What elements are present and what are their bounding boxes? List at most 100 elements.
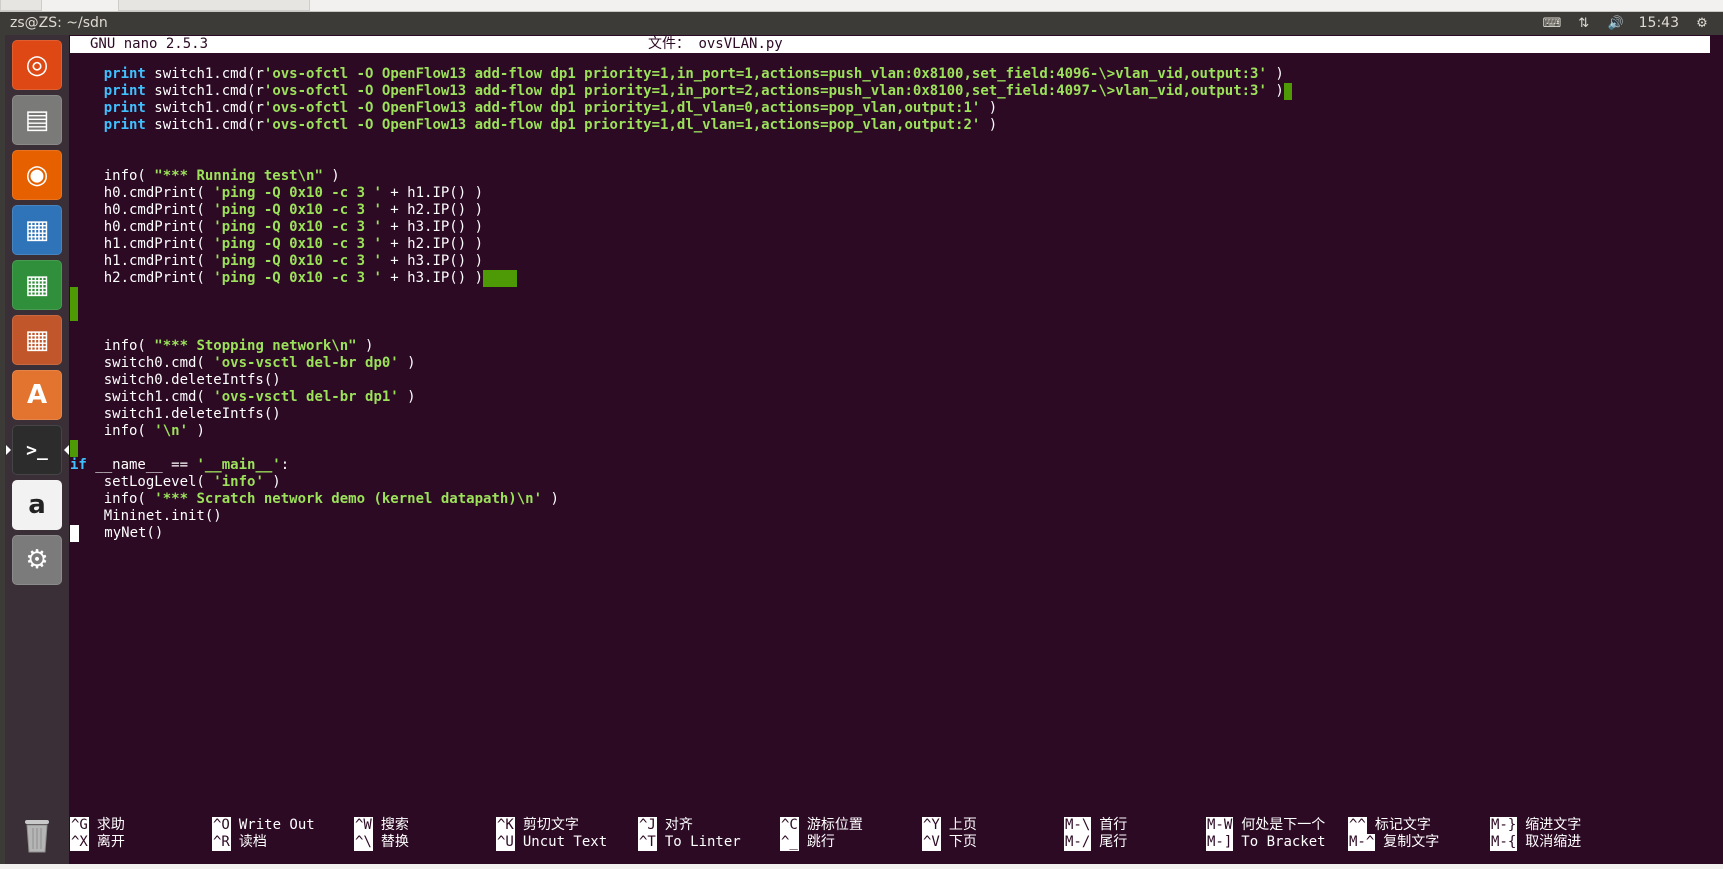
- code-text: ): [398, 355, 416, 371]
- shortcut-item[interactable]: ^T To Linter: [638, 834, 780, 851]
- firefox-icon[interactable]: ◉: [12, 150, 62, 200]
- software-center-icon[interactable]: A: [12, 370, 62, 420]
- terminal-window[interactable]: GNU nano 2.5.3 文件： ovsVLAN.py print swit…: [69, 35, 1723, 869]
- code-line[interactable]: h0.cmdPrint( 'ping -Q 0x10 -c 3 ' + h2.I…: [70, 202, 1292, 219]
- code-line[interactable]: switch0.deleteIntfs(): [70, 372, 1292, 389]
- shortcut-item[interactable]: ^G 求助: [70, 817, 212, 834]
- code-line[interactable]: [70, 321, 1292, 338]
- shortcut-item[interactable]: ^R 读档: [212, 834, 354, 851]
- shortcut-item[interactable]: ^J 对齐: [638, 817, 780, 834]
- code-line[interactable]: print switch1.cmd(r'ovs-ofctl -O OpenFlo…: [70, 100, 1292, 117]
- code-line[interactable]: [70, 151, 1292, 168]
- amazon-icon[interactable]: a: [12, 480, 62, 530]
- trash-icon[interactable]: [12, 808, 62, 858]
- shortcut-item[interactable]: ^X 离开: [70, 834, 212, 851]
- shortcut-item[interactable]: ^C 游标位置: [780, 817, 922, 834]
- code-string: 'ovs-ofctl -O OpenFlow13 add-flow dp1 pr…: [263, 66, 1267, 82]
- calc-icon-glyph: ▦: [24, 270, 50, 300]
- code-line[interactable]: print switch1.cmd(r'ovs-ofctl -O OpenFlo…: [70, 83, 1293, 100]
- code-line[interactable]: [70, 304, 1292, 321]
- code-line[interactable]: h2.cmdPrint( 'ping -Q 0x10 -c 3 ' + h3.I…: [70, 270, 1292, 287]
- code-line[interactable]: Mininet.init(): [70, 508, 1292, 525]
- editor-content[interactable]: print switch1.cmd(r'ovs-ofctl -O OpenFlo…: [70, 66, 1293, 542]
- indicator-area: ⌨ ⇅ 🔊 15:43 ⚙: [1543, 12, 1711, 35]
- code-line[interactable]: h0.cmdPrint( 'ping -Q 0x10 -c 3 ' + h3.I…: [70, 219, 1292, 236]
- shortcut-item[interactable]: ^\ 替换: [354, 834, 496, 851]
- shortcut-item[interactable]: ^O Write Out: [212, 817, 354, 834]
- code-line[interactable]: switch1.cmd( 'ovs-vsctl del-br dp1' ): [70, 389, 1292, 406]
- code-line[interactable]: h0.cmdPrint( 'ping -Q 0x10 -c 3 ' + h1.I…: [70, 185, 1292, 202]
- shortcut-item[interactable]: ^^ 标记文字: [1348, 817, 1490, 834]
- shortcut-item[interactable]: M-^ 复制文字: [1348, 834, 1490, 851]
- shortcut-label: 读档: [238, 834, 267, 850]
- code-line[interactable]: print switch1.cmd(r'ovs-ofctl -O OpenFlo…: [70, 117, 1292, 134]
- impress-icon[interactable]: ▦: [12, 315, 62, 365]
- tab-stub[interactable]: [118, 0, 310, 11]
- code-text: info(: [70, 423, 155, 439]
- code-line[interactable]: info( '*** Scratch network demo (kernel …: [70, 491, 1292, 508]
- writer-icon[interactable]: ▦: [12, 205, 62, 255]
- network-icon[interactable]: ⇅: [1575, 16, 1593, 31]
- shortcut-item[interactable]: ^V 下页: [922, 834, 1064, 851]
- code-keyword: if: [70, 457, 87, 473]
- shortcut-item[interactable]: M-\ 首行: [1064, 817, 1206, 834]
- files-icon[interactable]: ▤: [12, 95, 62, 145]
- keyboard-icon[interactable]: ⌨: [1543, 16, 1562, 31]
- volume-icon[interactable]: 🔊: [1607, 16, 1625, 31]
- code-keyword: print: [103, 66, 146, 82]
- shortcut-label: 首行: [1099, 817, 1128, 833]
- code-string: 'ping -Q 0x10 -c 3 ': [213, 270, 382, 286]
- code-line[interactable]: [70, 134, 1292, 151]
- code-line[interactable]: [70, 287, 1292, 304]
- shortcut-item[interactable]: M-/ 尾行: [1064, 834, 1206, 851]
- code-string: 'ping -Q 0x10 -c 3 ': [213, 185, 382, 201]
- shortcut-item[interactable]: ^W 搜索: [354, 817, 496, 834]
- shortcut-item[interactable]: M-] To Bracket: [1206, 834, 1348, 851]
- file-name-display: 文件： ovsVLAN.py: [648, 36, 783, 53]
- shortcut-item[interactable]: M-} 缩进文字: [1490, 817, 1632, 834]
- clock[interactable]: 15:43: [1639, 12, 1679, 35]
- shortcut-item[interactable]: ^Y 上页: [922, 817, 1064, 834]
- shortcut-label: 剪切文字: [522, 817, 579, 833]
- gear-icon[interactable]: ⚙: [1693, 16, 1711, 31]
- code-line[interactable]: [70, 440, 1292, 457]
- trailing-whitespace-highlight: [70, 440, 79, 457]
- code-line[interactable]: h1.cmdPrint( 'ping -Q 0x10 -c 3 ' + h2.I…: [70, 236, 1292, 253]
- shortcut-column: ^C 游标位置 ^_ 跳行: [780, 817, 922, 851]
- code-text: h0.cmdPrint(: [70, 219, 214, 235]
- code-string: "*** Stopping network\n": [154, 338, 357, 354]
- code-line[interactable]: info( "*** Stopping network\n" ): [70, 338, 1292, 355]
- code-line[interactable]: switch0.cmd( 'ovs-vsctl del-br dp0' ): [70, 355, 1292, 372]
- nano-title-bar: GNU nano 2.5.3 文件： ovsVLAN.py: [70, 36, 1710, 53]
- shortcut-key: M-]: [1206, 834, 1234, 851]
- code-text: h1.cmdPrint(: [70, 253, 214, 269]
- code-line[interactable]: info( '\n' ): [70, 423, 1292, 440]
- shortcut-item[interactable]: M-W 何处是下一个: [1206, 817, 1348, 834]
- shortcut-column: ^O Write Out ^R 读档: [212, 817, 354, 851]
- code-line[interactable]: switch1.deleteIntfs(): [70, 406, 1292, 423]
- shortcut-key: M-/: [1064, 834, 1092, 851]
- ubuntu-dash-icon[interactable]: ◎: [12, 40, 62, 90]
- terminal-icon[interactable]: >_: [6, 425, 69, 475]
- code-line[interactable]: myNet(): [70, 525, 1292, 542]
- code-line[interactable]: setLogLevel( 'info' ): [70, 474, 1292, 491]
- shortcut-item[interactable]: ^U Uncut Text: [496, 834, 638, 851]
- shortcut-item[interactable]: M-{取消缩进: [1490, 834, 1632, 851]
- code-line[interactable]: info( "*** Running test\n" ): [70, 168, 1292, 185]
- code-line[interactable]: h1.cmdPrint( 'ping -Q 0x10 -c 3 ' + h3.I…: [70, 253, 1292, 270]
- calc-icon[interactable]: ▦: [12, 260, 62, 310]
- code-text: h0.cmdPrint(: [70, 202, 214, 218]
- tab-stub[interactable]: [0, 0, 42, 11]
- code-string: 'ovs-ofctl -O OpenFlow13 add-flow dp1 pr…: [263, 83, 1267, 99]
- code-line[interactable]: print switch1.cmd(r'ovs-ofctl -O OpenFlo…: [70, 66, 1292, 83]
- launcher: ◎ ▤ ◉ ▦ ▦ ▦ A >_ a ⚙: [5, 35, 69, 869]
- system-settings-icon[interactable]: ⚙: [12, 535, 62, 585]
- shortcut-label: To Linter: [664, 834, 741, 850]
- code-text: + h3.IP() ): [381, 270, 484, 286]
- code-text: ): [322, 168, 340, 184]
- code-line[interactable]: if __name__ == '__main__':: [70, 457, 1292, 474]
- shortcut-item[interactable]: ^_ 跳行: [780, 834, 922, 851]
- shortcut-item[interactable]: ^K 剪切文字: [496, 817, 638, 834]
- code-text: switch0.deleteIntfs(): [70, 372, 281, 388]
